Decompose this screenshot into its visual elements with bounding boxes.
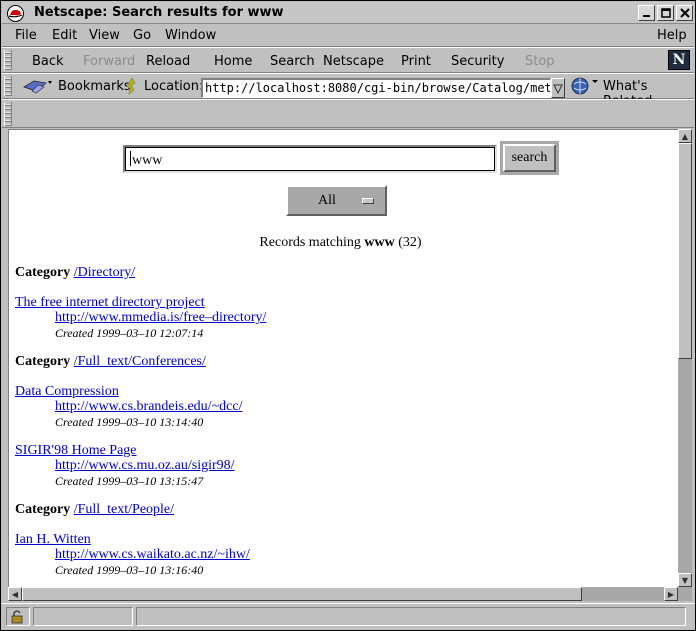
result-created: Created 1999–03–10 13:15:47 (55, 474, 204, 488)
result-created: Created 1999–03–10 12:07:14 (55, 326, 204, 340)
toolbar-grip[interactable] (4, 50, 12, 70)
scope-selected-value: All (318, 193, 336, 208)
toolbar-grip[interactable] (4, 102, 12, 126)
result-url-link[interactable]: http://www.cs.brandeis.edu/~dcc/ (55, 399, 242, 414)
search-input[interactable]: www (125, 147, 495, 171)
category-link[interactable]: /Full_text/Conferences/ (74, 354, 206, 369)
maximize-button[interactable] (657, 5, 674, 21)
results-term: www (364, 235, 395, 250)
location-label: Location: (144, 79, 204, 94)
security-button[interactable]: Security (451, 54, 504, 69)
result-created: Created 1999–03–10 13:14:40 (55, 415, 204, 429)
results-count: (32) (398, 235, 422, 250)
status-bar (2, 603, 694, 629)
result-url: http://www.mmedia.is/free–directory/ (55, 310, 266, 326)
maximize-icon (660, 8, 671, 18)
toolbar-grip[interactable] (4, 76, 12, 96)
result-title-link[interactable]: The free internet directory project (15, 295, 205, 310)
result-url: http://www.cs.mu.oz.au/sigir98/ (55, 458, 235, 474)
result-url: http://www.cs.waikato.ac.nz/~ihw/ (55, 547, 250, 563)
search-submit-button[interactable]: search (503, 144, 556, 172)
home-button[interactable]: Home (214, 54, 252, 69)
back-button[interactable]: Back (32, 54, 64, 69)
minimize-button[interactable] (638, 5, 655, 21)
navigation-toolbar: Back Forward Reload Home Search Netscape… (2, 47, 694, 73)
vertical-scroll-thumb[interactable] (678, 143, 692, 359)
page-content: www search All Records matching www (32)… (8, 129, 678, 587)
result-item: The free internet directory project (15, 295, 205, 311)
browser-window: Netscape: Search results for www File Ed… (0, 0, 696, 631)
category-link[interactable]: /Full_text/People/ (74, 502, 174, 517)
result-url-link[interactable]: http://www.mmedia.is/free–directory/ (55, 310, 266, 325)
scroll-down-icon[interactable]: ▼ (678, 573, 692, 587)
result-title-link[interactable]: Ian H. Witten (15, 532, 91, 547)
result-item: Data Compression (15, 384, 119, 400)
url-dropdown-button[interactable] (551, 78, 565, 98)
personal-toolbar (2, 99, 694, 128)
result-url: http://www.cs.brandeis.edu/~dcc/ (55, 399, 242, 415)
search-button-toolbar[interactable]: Search (270, 54, 315, 69)
forward-button[interactable]: Forward (83, 54, 135, 69)
vertical-scrollbar[interactable]: ▲ ▼ (678, 129, 692, 587)
location-icon (126, 77, 136, 95)
category-label: Category (15, 502, 71, 517)
print-button[interactable]: Print (401, 54, 431, 69)
window-title: Netscape: Search results for www (34, 5, 284, 20)
stop-button[interactable]: Stop (525, 54, 555, 69)
scope-select[interactable]: All (286, 185, 387, 216)
status-text-area (136, 607, 686, 626)
result-title-link[interactable]: SIGIR'98 Home Page (15, 443, 137, 458)
menu-file[interactable]: File (15, 28, 37, 43)
url-input[interactable]: http://localhost:8080/cgi-bin/browse/Cat… (201, 78, 551, 98)
redhat-icon (7, 5, 24, 22)
whats-related-icon[interactable] (570, 76, 600, 96)
close-button[interactable] (676, 5, 693, 21)
search-button-frame: search (500, 141, 559, 175)
result-url-link[interactable]: http://www.cs.mu.oz.au/sigir98/ (55, 458, 235, 473)
horizontal-scrollbar[interactable]: ◀ ▶ (8, 587, 692, 601)
horizontal-scroll-thumb[interactable] (22, 587, 582, 601)
category-label: Category (15, 354, 71, 369)
category-label: Category (15, 265, 71, 280)
menu-go[interactable]: Go (133, 28, 151, 43)
result-title-link[interactable]: Data Compression (15, 384, 119, 399)
netscape-logo-icon[interactable]: N (668, 50, 690, 70)
location-toolbar: Bookmarks Location: http://localhost:808… (2, 73, 694, 109)
result-item: SIGIR'98 Home Page (15, 443, 137, 459)
menu-help[interactable]: Help (657, 28, 687, 43)
minimize-icon (643, 14, 650, 17)
results-summary-prefix: Records matching (259, 235, 361, 250)
chevron-down-icon (553, 84, 563, 95)
category-heading: Category /Full_text/People/ (15, 502, 174, 518)
progress-area (33, 607, 133, 626)
bookmarks-icon[interactable] (22, 77, 54, 95)
menu-edit[interactable]: Edit (52, 28, 77, 43)
result-item: Ian H. Witten (15, 532, 91, 548)
scroll-right-icon[interactable]: ▶ (664, 587, 678, 601)
close-icon (679, 8, 690, 18)
search-input-frame: www (123, 145, 497, 173)
menu-view[interactable]: View (89, 28, 120, 43)
scroll-up-icon[interactable]: ▲ (678, 129, 692, 143)
category-heading: Category /Full_text/Conferences/ (15, 354, 206, 370)
dropdown-indicator-icon (362, 198, 374, 204)
reload-button[interactable]: Reload (146, 54, 190, 69)
title-bar[interactable]: Netscape: Search results for www (2, 2, 694, 24)
result-created: Created 1999–03–10 13:16:40 (55, 563, 204, 577)
category-heading: Category /Directory/ (15, 265, 135, 281)
search-query: www (132, 153, 163, 168)
security-status[interactable] (6, 607, 30, 626)
netscape-button[interactable]: Netscape (323, 54, 384, 69)
menu-bar: File Edit View Go Window Help (2, 25, 694, 47)
lock-icon (11, 610, 23, 624)
results-summary: Records matching www (32) (9, 235, 672, 251)
menu-window[interactable]: Window (165, 28, 216, 43)
text-cursor (130, 151, 131, 166)
scroll-left-icon[interactable]: ◀ (8, 587, 22, 601)
result-url-link[interactable]: http://www.cs.waikato.ac.nz/~ihw/ (55, 547, 250, 562)
bookmarks-button[interactable]: Bookmarks (58, 79, 131, 94)
category-link[interactable]: /Directory/ (74, 265, 135, 280)
